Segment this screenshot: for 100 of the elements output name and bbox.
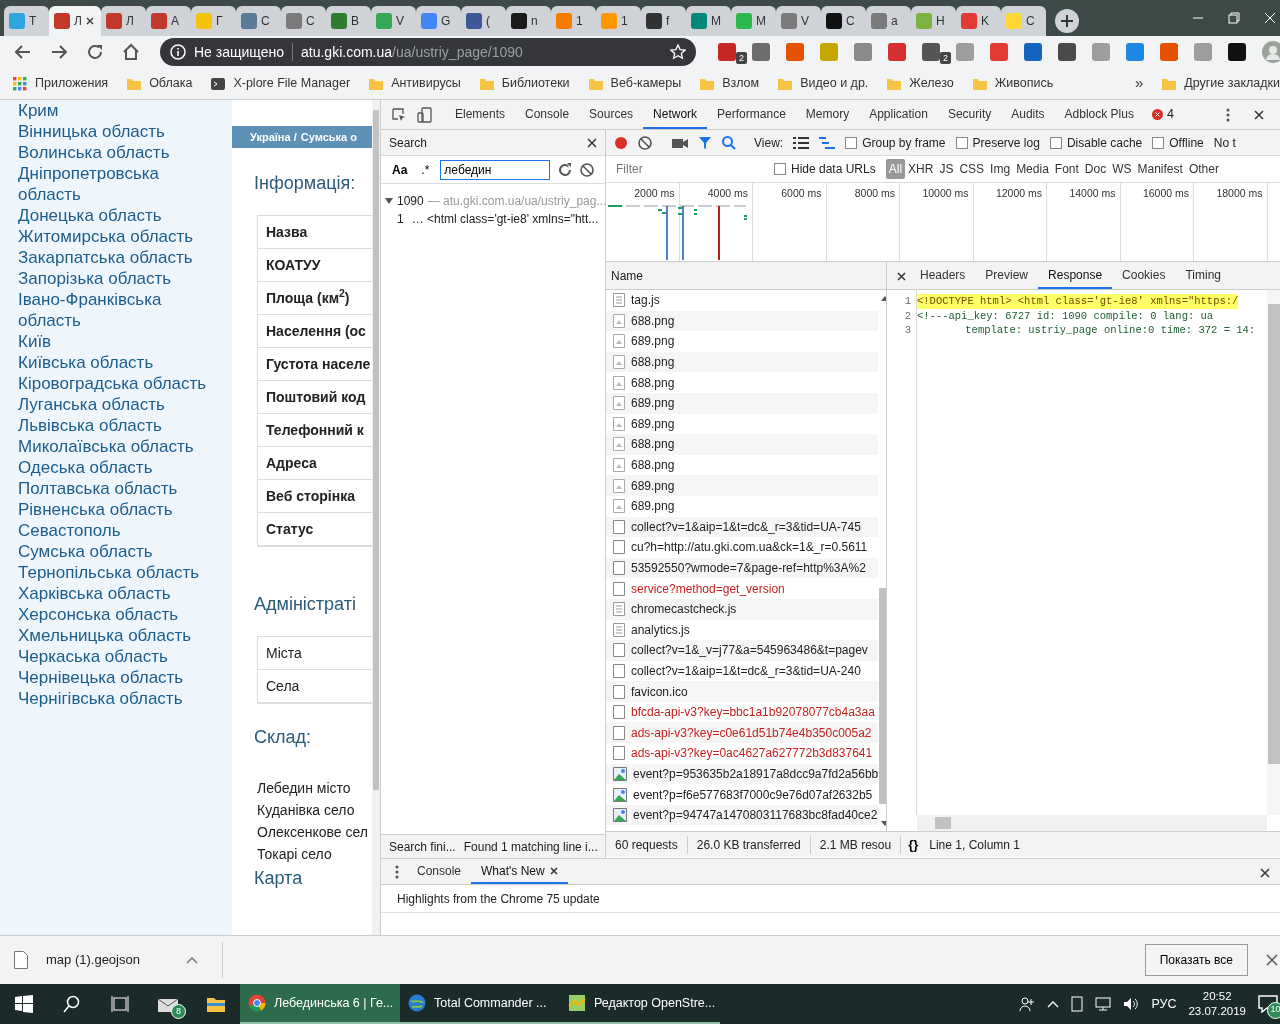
- request-row[interactable]: 688.png: [606, 310, 879, 332]
- star-icon[interactable]: [670, 44, 686, 60]
- tray-app-icon[interactable]: [1071, 996, 1084, 1012]
- checkbox[interactable]: Disable cache: [1049, 133, 1143, 152]
- region-link[interactable]: Сумська область: [18, 541, 214, 562]
- browser-tab[interactable]: C: [236, 6, 281, 36]
- close-icon[interactable]: [549, 867, 558, 876]
- browser-tab[interactable]: f: [641, 6, 686, 36]
- browser-tab[interactable]: C: [281, 6, 326, 36]
- more-icon[interactable]: [395, 865, 399, 879]
- clear-icon[interactable]: [638, 135, 652, 150]
- filter-type-button[interactable]: XHR: [905, 159, 937, 179]
- filter-icon[interactable]: [698, 135, 712, 150]
- home-icon[interactable]: [122, 43, 140, 61]
- region-link[interactable]: Хмельницька область: [18, 625, 214, 646]
- camera-icon[interactable]: [672, 136, 688, 149]
- reload-icon[interactable]: [86, 43, 104, 61]
- request-row[interactable]: 689.png: [606, 392, 879, 414]
- browser-tab[interactable]: M: [686, 6, 731, 36]
- browser-tab[interactable]: n: [506, 6, 551, 36]
- close-icon[interactable]: [587, 137, 597, 148]
- checkbox[interactable]: Preserve log: [955, 133, 1040, 152]
- region-link[interactable]: Рівненська область: [18, 499, 214, 520]
- more-bookmarks-link[interactable]: »: [1134, 72, 1144, 95]
- filter-type-button[interactable]: Other: [1185, 159, 1222, 179]
- request-row[interactable]: 53592550?wmode=7&page-ref=http%3A%2: [606, 557, 879, 579]
- checkbox[interactable]: Hide data URLs: [774, 160, 876, 178]
- horizontal-scrollbar[interactable]: [917, 815, 1267, 831]
- bookmark-link[interactable]: Антивирусы: [368, 74, 461, 93]
- panel-tab[interactable]: Application: [859, 100, 938, 129]
- region-link[interactable]: Чернівецька область: [18, 667, 214, 688]
- panel-tab[interactable]: Security: [937, 100, 1002, 129]
- region-link[interactable]: Донецька область: [18, 205, 214, 226]
- windows-logo-icon[interactable]: [15, 995, 33, 1013]
- browser-tab[interactable]: A: [146, 6, 191, 36]
- folder-icon[interactable]: [206, 995, 226, 1013]
- network-icon[interactable]: [1095, 997, 1112, 1011]
- bookmark-link[interactable]: X-plore File Manager: [210, 74, 351, 93]
- region-link[interactable]: Одеська область: [18, 457, 214, 478]
- back-arrow-icon[interactable]: [14, 43, 32, 61]
- close-icon[interactable]: [1260, 868, 1270, 878]
- inspect-icon[interactable]: [391, 107, 407, 123]
- browser-tab[interactable]: 1: [551, 6, 596, 36]
- language-indicator[interactable]: РУС: [1151, 994, 1177, 1014]
- request-row[interactable]: event?p=94747a1470803117683bc8fad40ce2: [606, 804, 879, 826]
- new-tab-icon[interactable]: [1054, 8, 1080, 34]
- task-view-icon[interactable]: [111, 995, 129, 1013]
- filter-type-button[interactable]: CSS: [956, 159, 988, 179]
- checkbox[interactable]: Offline: [1152, 133, 1204, 152]
- detail-tab[interactable]: Headers: [910, 262, 976, 289]
- extension-icon[interactable]: [1058, 43, 1076, 61]
- request-row[interactable]: chromecastcheck.js: [606, 598, 879, 620]
- region-link[interactable]: Севастополь: [18, 520, 214, 541]
- region-link[interactable]: Київська область: [18, 352, 214, 373]
- bookmark-link[interactable]: Видео и др.: [777, 74, 869, 93]
- bookmark-link[interactable]: Взлом: [699, 74, 760, 93]
- panel-tab[interactable]: Adblock Plus: [1054, 100, 1144, 129]
- region-link[interactable]: Черкаська область: [18, 646, 214, 667]
- region-link[interactable]: Дніпропетровська область: [18, 163, 214, 205]
- taskbar-app[interactable]: Лебединська 6 | Ге...: [240, 984, 400, 1024]
- taskbar-app[interactable]: Редактор OpenStre...: [560, 984, 720, 1024]
- browser-tab[interactable]: H: [911, 6, 956, 36]
- record-icon[interactable]: [614, 135, 628, 150]
- request-row[interactable]: 689.png: [606, 475, 879, 496]
- request-row[interactable]: favicon.ico: [606, 681, 879, 702]
- browser-tab[interactable]: B: [326, 6, 371, 36]
- more-icon[interactable]: [1226, 107, 1230, 122]
- close-icon[interactable]: [1266, 954, 1278, 966]
- request-row[interactable]: 688.png: [606, 434, 879, 455]
- browser-tab[interactable]: V: [371, 6, 416, 36]
- region-link[interactable]: Крим: [18, 100, 214, 121]
- request-row[interactable]: bfcda-api-v3?key=bbc1a1b92078077cb4a3aa: [606, 701, 879, 723]
- region-link[interactable]: Житомирська область: [18, 226, 214, 247]
- clear-icon[interactable]: [580, 162, 595, 177]
- filter-type-button[interactable]: Font: [1051, 159, 1082, 179]
- browser-tab[interactable]: C: [821, 6, 866, 36]
- panel-tab[interactable]: Memory: [795, 100, 860, 129]
- forward-arrow-icon[interactable]: [50, 43, 68, 61]
- request-row[interactable]: event?p=953635b2a18917a8dcc9a7fd2a56bb: [606, 763, 879, 785]
- region-link[interactable]: Луганська область: [18, 394, 214, 415]
- list-view-icon[interactable]: [793, 136, 810, 149]
- address-bar[interactable]: Не защищено atu.gki.com.ua/ua/ustriy_page/1090: [160, 38, 696, 66]
- download-file-name[interactable]: map (1).geojson: [46, 950, 140, 970]
- request-row[interactable]: analytics.js: [606, 619, 879, 641]
- bookmark-link[interactable]: Приложения: [12, 74, 109, 93]
- restore-icon[interactable]: [1228, 12, 1240, 24]
- search-icon[interactable]: [63, 995, 81, 1013]
- detail-tab[interactable]: Timing: [1175, 262, 1231, 289]
- request-row[interactable]: event?p=f6e577683f7000c9e76d07af2632b5: [606, 784, 879, 805]
- region-link[interactable]: Миколаївська область: [18, 436, 214, 457]
- close-icon[interactable]: [85, 17, 94, 25]
- request-row[interactable]: ads-api-v3?key=c0e61d51b74e4b350c005a2: [606, 722, 879, 744]
- panel-tab[interactable]: Sources: [579, 100, 644, 129]
- device-icon[interactable]: [417, 107, 433, 123]
- region-link[interactable]: Харківська область: [18, 583, 214, 604]
- browser-tab[interactable]: M: [731, 6, 776, 36]
- region-link[interactable]: Чернігівська область: [18, 688, 214, 709]
- region-link[interactable]: Івано-Франківська область: [18, 289, 214, 331]
- detail-tab[interactable]: Cookies: [1112, 262, 1176, 289]
- result-file[interactable]: 1090: [397, 192, 424, 210]
